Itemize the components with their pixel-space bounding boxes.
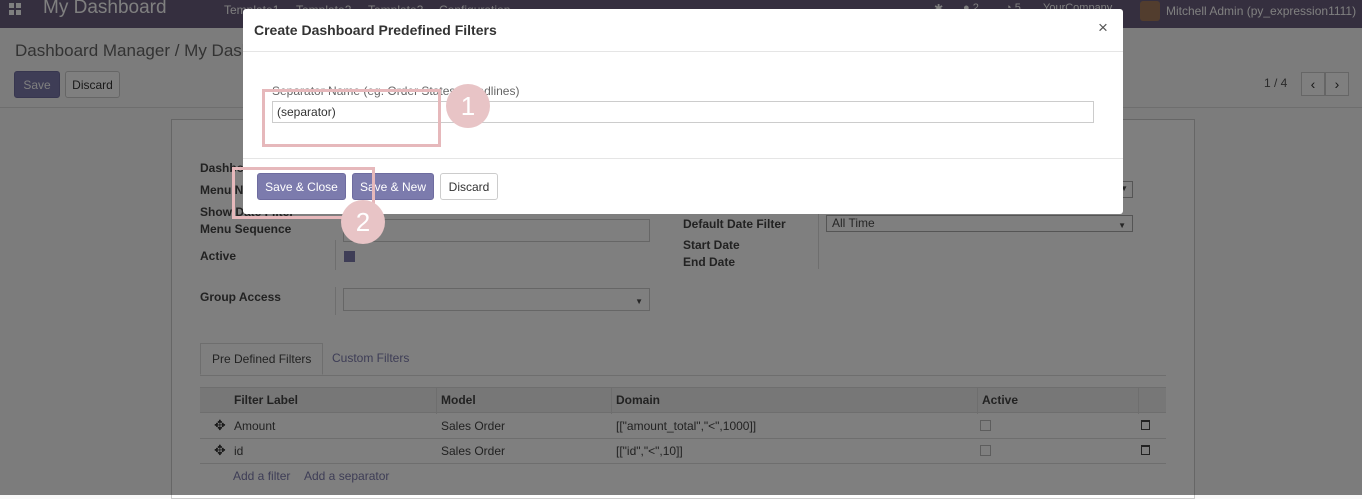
- dialog-header: Create Dashboard Predefined Filters ×: [243, 9, 1123, 52]
- close-icon[interactable]: ×: [1098, 18, 1108, 38]
- callout-number-2: 2: [341, 200, 385, 244]
- callout-number-1: 1: [446, 84, 490, 128]
- discard-dialog-button[interactable]: Discard: [440, 173, 498, 200]
- dialog-title: Create Dashboard Predefined Filters: [254, 22, 497, 38]
- dialog-footer-divider: [243, 158, 1123, 159]
- callout-highlight-1: [262, 89, 441, 147]
